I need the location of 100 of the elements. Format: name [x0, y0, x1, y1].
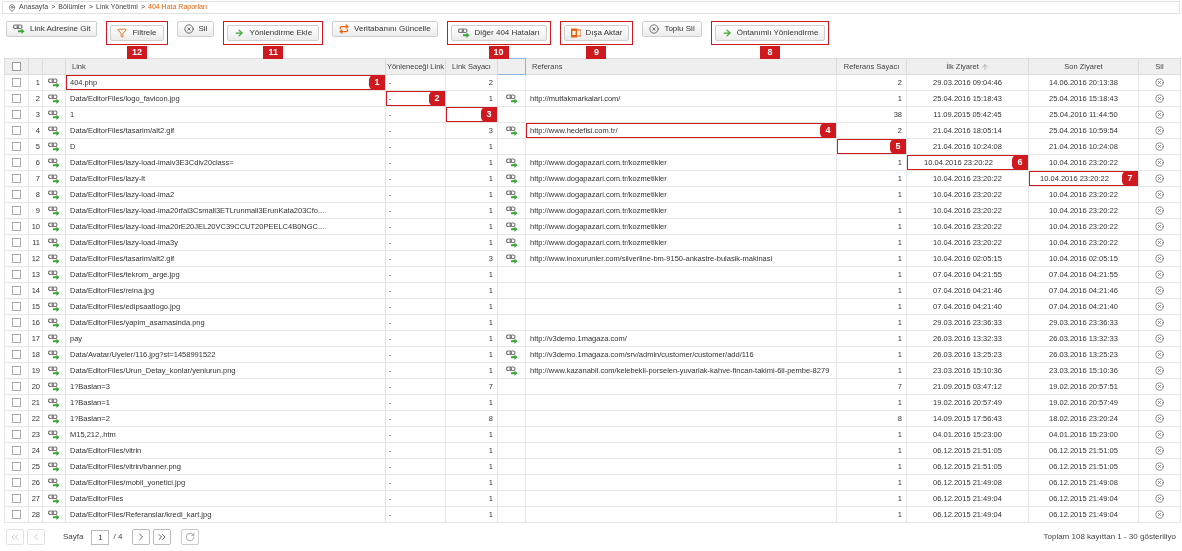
- row-checkbox[interactable]: [12, 78, 21, 87]
- delete-icon[interactable]: [1155, 414, 1164, 423]
- link-arrow-icon: [505, 221, 518, 232]
- row-checkbox[interactable]: [12, 206, 21, 215]
- link-arrow-icon: [48, 509, 60, 520]
- row-checkbox[interactable]: [12, 174, 21, 183]
- row-checkbox[interactable]: [12, 430, 21, 439]
- delete-icon[interactable]: [1155, 334, 1164, 343]
- link-arrow-icon: [48, 253, 60, 264]
- delete-icon[interactable]: [1155, 142, 1164, 151]
- row-checkbox[interactable]: [12, 94, 21, 103]
- row-checkbox[interactable]: [12, 366, 21, 375]
- row-checkbox[interactable]: [12, 478, 21, 487]
- row-checkbox[interactable]: [12, 398, 21, 407]
- delete-icon[interactable]: [1155, 238, 1164, 247]
- row-checkbox[interactable]: [12, 190, 21, 199]
- delete-icon[interactable]: [1155, 302, 1164, 311]
- delete-icon[interactable]: [1155, 350, 1164, 359]
- row-checkbox[interactable]: [12, 510, 21, 519]
- delete-icon[interactable]: [1155, 398, 1164, 407]
- delete-icon[interactable]: [1155, 110, 1164, 119]
- row-checkbox[interactable]: [12, 334, 21, 343]
- row-checkbox[interactable]: [12, 302, 21, 311]
- delete-icon[interactable]: [1155, 494, 1164, 503]
- delete-icon[interactable]: [1155, 270, 1164, 279]
- callout-number: 10: [488, 46, 509, 59]
- callout-number: 11: [263, 46, 284, 59]
- row-checkbox[interactable]: [12, 222, 21, 231]
- row-checkbox[interactable]: [12, 318, 21, 327]
- delete-icon[interactable]: [1155, 478, 1164, 487]
- row-checkbox[interactable]: [12, 110, 21, 119]
- row-checkbox[interactable]: [12, 382, 21, 391]
- double-chevron-left-icon: [9, 531, 21, 543]
- delete-icon[interactable]: [1155, 286, 1164, 295]
- row-checkbox[interactable]: [12, 462, 21, 471]
- sort-ascending-icon: [980, 62, 989, 71]
- row-checkbox[interactable]: [12, 350, 21, 359]
- select-all-checkbox[interactable]: [12, 62, 21, 71]
- delete-icon[interactable]: [1155, 446, 1164, 455]
- row-checkbox[interactable]: [12, 270, 21, 279]
- last-page-button[interactable]: [153, 529, 172, 545]
- callout-number: 12: [127, 46, 147, 59]
- callout-number: 4: [820, 123, 836, 138]
- link-arrow-icon: [505, 205, 518, 216]
- link-arrow-icon: [505, 237, 518, 248]
- row-checkbox[interactable]: [12, 494, 21, 503]
- toolbar-button[interactable]: Dışa Aktar: [563, 25, 630, 41]
- delete-icon[interactable]: [1155, 190, 1164, 199]
- toolbar-button[interactable]: Öntanımlı Yönlendirme: [714, 25, 826, 41]
- link-arrow-icon: [48, 125, 60, 136]
- document-icon: [570, 28, 581, 38]
- callout-number: 5: [890, 139, 906, 154]
- delete-icon[interactable]: [1155, 382, 1164, 391]
- link-arrow-icon: [13, 24, 25, 34]
- toolbar-button[interactable]: Toplu Sil: [642, 21, 702, 37]
- delete-icon[interactable]: [1155, 366, 1164, 375]
- delete-icon[interactable]: [1155, 430, 1164, 439]
- delete-icon[interactable]: [1155, 510, 1164, 519]
- link-arrow-icon: [48, 93, 60, 104]
- toolbar-button[interactable]: Veritabanını Güncelle: [332, 21, 438, 37]
- callout-number: 2: [429, 91, 445, 106]
- delete-icon[interactable]: [1155, 254, 1164, 263]
- row-checkbox[interactable]: [12, 142, 21, 151]
- link-arrow-icon: [505, 93, 518, 104]
- row-checkbox[interactable]: [12, 414, 21, 423]
- link-arrow-icon: [48, 173, 60, 184]
- callout-number: 7: [1122, 171, 1138, 186]
- page-input[interactable]: 1: [91, 529, 110, 545]
- arrow-right-icon: [721, 28, 732, 38]
- toolbar-button[interactable]: Sil: [176, 21, 215, 37]
- link-arrow-icon: [48, 381, 60, 392]
- next-page-button[interactable]: [132, 529, 151, 545]
- delete-icon[interactable]: [1155, 158, 1164, 167]
- link-arrow-icon: [48, 397, 60, 408]
- row-checkbox[interactable]: [12, 126, 21, 135]
- link-arrow-icon: [505, 173, 518, 184]
- delete-icon[interactable]: [1155, 318, 1164, 327]
- row-checkbox[interactable]: [12, 446, 21, 455]
- link-arrow-icon: [457, 28, 470, 38]
- row-checkbox[interactable]: [12, 238, 21, 247]
- refresh-button[interactable]: [181, 529, 200, 545]
- toolbar-button[interactable]: Diğer 404 Hataları: [450, 25, 547, 41]
- delete-icon[interactable]: [1155, 78, 1164, 87]
- toolbar-button[interactable]: Yönlendirme Ekle: [227, 25, 320, 41]
- delete-icon[interactable]: [1155, 174, 1164, 183]
- delete-icon[interactable]: [1155, 94, 1164, 103]
- link-arrow-icon: [505, 189, 518, 200]
- row-checkbox[interactable]: [12, 158, 21, 167]
- link-arrow-icon: [505, 333, 518, 344]
- toolbar-button[interactable]: Filtrele: [110, 25, 164, 41]
- row-checkbox[interactable]: [12, 286, 21, 295]
- callout-number: 6: [1012, 155, 1028, 170]
- toolbar-button[interactable]: Link Adresine Git: [6, 21, 98, 37]
- link-arrow-icon: [48, 221, 60, 232]
- delete-icon[interactable]: [1155, 126, 1164, 135]
- row-checkbox[interactable]: [12, 254, 21, 263]
- delete-icon[interactable]: [1155, 462, 1164, 471]
- link-arrow-icon: [48, 477, 60, 488]
- delete-icon[interactable]: [1155, 222, 1164, 231]
- delete-icon[interactable]: [1155, 206, 1164, 215]
